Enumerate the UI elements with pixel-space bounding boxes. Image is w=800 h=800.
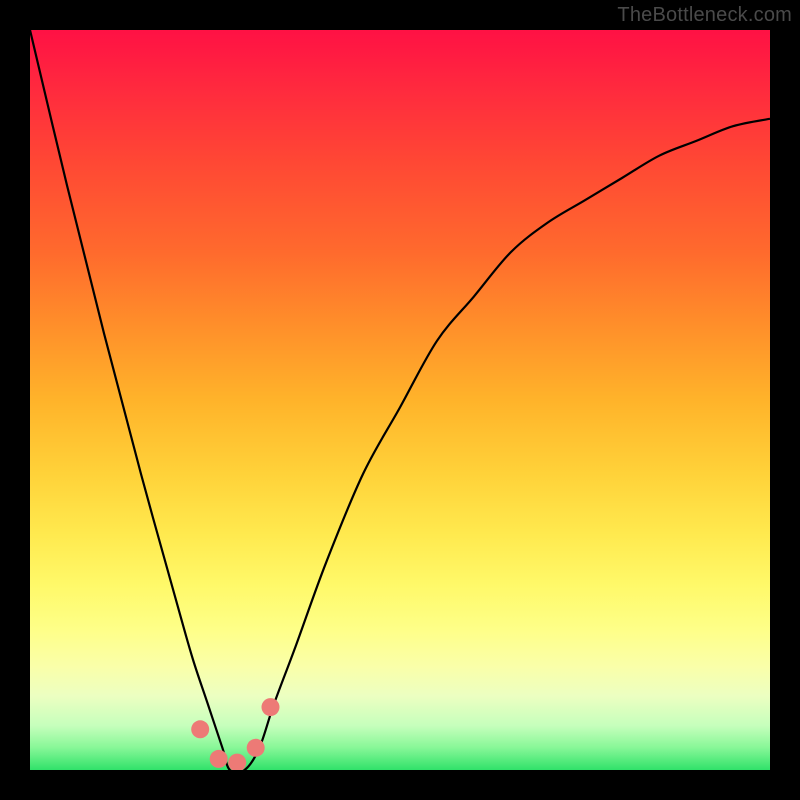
plot-area <box>30 30 770 770</box>
highlight-dot <box>210 750 228 768</box>
highlight-dot <box>228 754 246 770</box>
highlight-dot <box>262 698 280 716</box>
watermark-text: TheBottleneck.com <box>617 4 792 27</box>
bottleneck-curve <box>30 30 770 770</box>
highlight-dots <box>191 698 279 770</box>
highlight-dot <box>247 739 265 757</box>
curve-layer <box>30 30 770 770</box>
chart-frame: TheBottleneck.com <box>0 0 800 800</box>
highlight-dot <box>191 720 209 738</box>
